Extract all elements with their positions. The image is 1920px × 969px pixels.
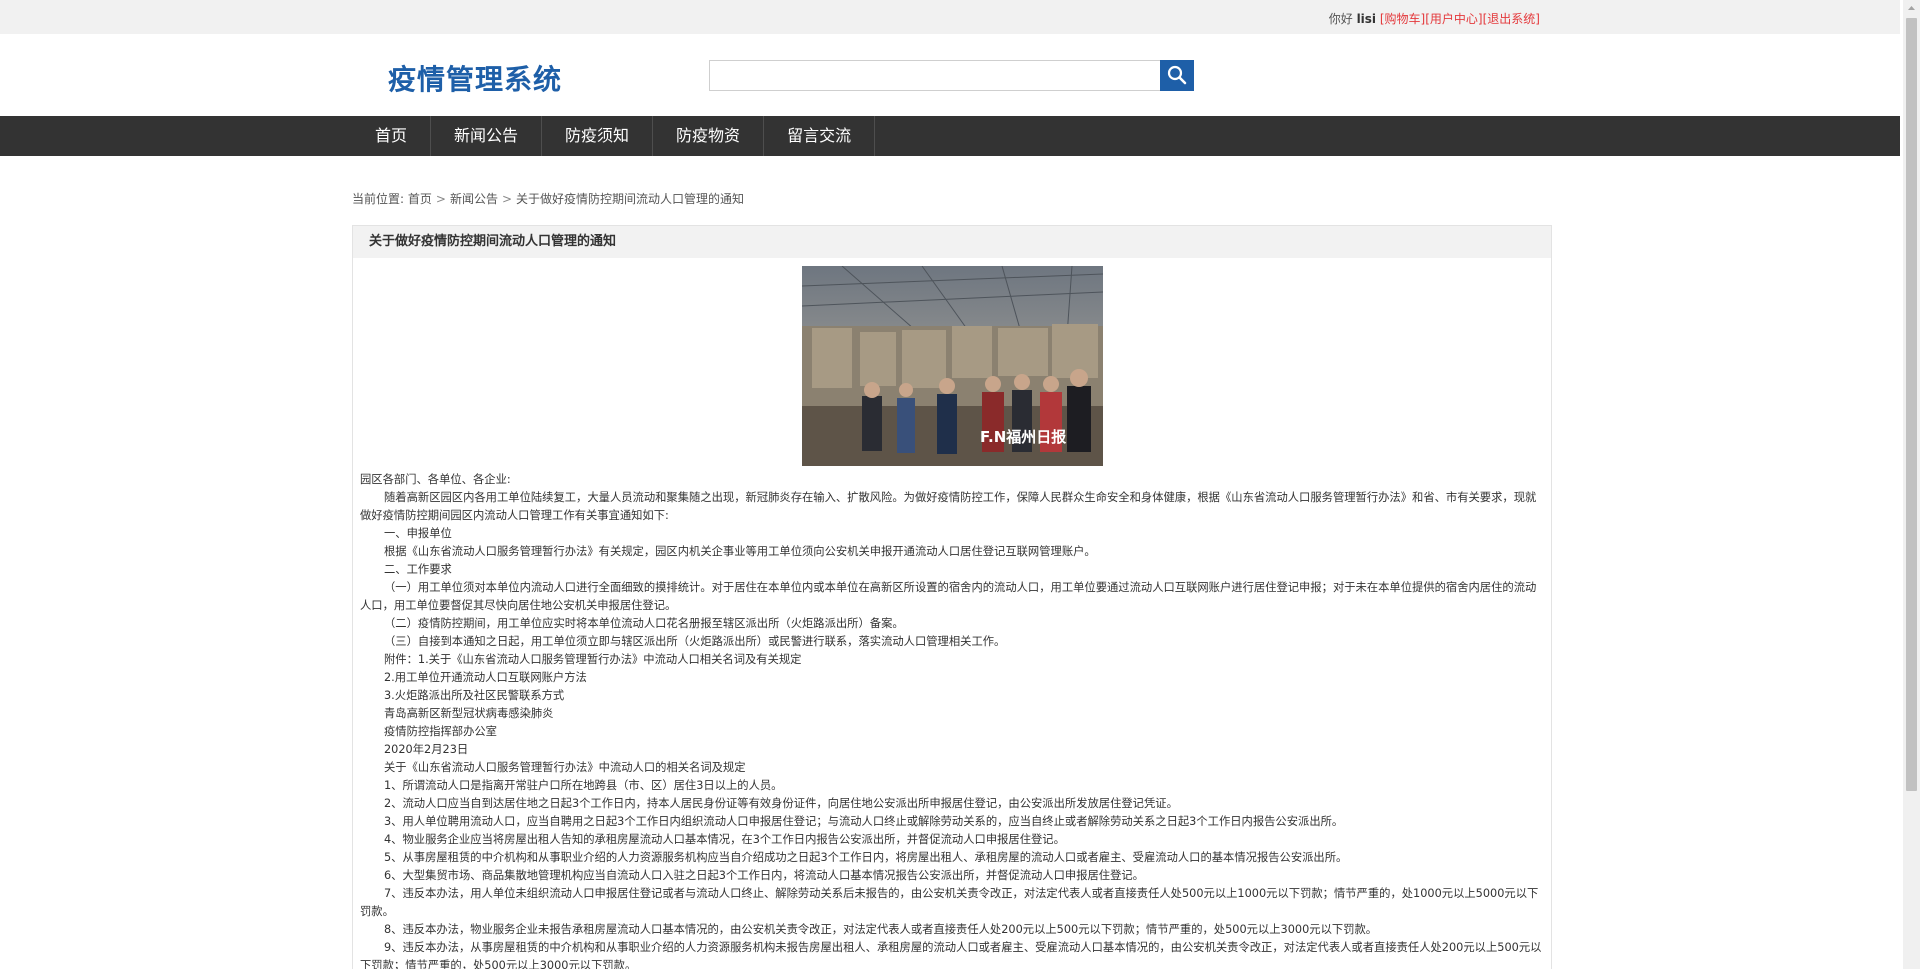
article-photo: F.N福州日报: [802, 266, 1103, 466]
breadcrumb: 当前位置: 首页 > 新闻公告 > 关于做好疫情防控期间流动人口管理的通知: [352, 190, 744, 207]
logout-link[interactable]: [退出系统]: [1483, 12, 1540, 26]
username: lisi: [1356, 12, 1377, 26]
page-scrollbar[interactable]: [1903, 0, 1920, 969]
article-paragraph: 5、从事房屋租赁的中介机构和从事职业介绍的人力资源服务机构应当自介绍成功之日起3…: [384, 851, 1348, 864]
article-paragraph: 疫情防控指挥部办公室: [384, 725, 497, 738]
article-paragraph: 2.用工单位开通流动人口互联网账户方法: [384, 671, 587, 684]
article-paragraph: （三）自接到本通知之日起，用工单位须立即与辖区派出所（火炬路派出所）或民警进行联…: [384, 635, 1006, 648]
article-paragraph: 2、流动人口应当自到达居住地之日起3个工作日内，持本人居民身份证等有效身份证件，…: [384, 797, 1178, 810]
search-input[interactable]: [709, 60, 1160, 91]
article-paragraph: 一、申报单位: [384, 527, 452, 540]
scrollbar-thumb[interactable]: [1906, 18, 1917, 791]
article-paragraph: 青岛高新区新型冠状病毒感染肺炎: [384, 707, 554, 720]
article-body: 园区各部门、各单位、各企业: 随着高新区园区内各用工单位陆续复工，大量人员流动和…: [360, 471, 1546, 969]
article-paragraph: 3、用人单位聘用流动人口，应当自聘用之日起3个工作日内组织流动人口申报居住登记；…: [384, 815, 1344, 828]
nav-item-home[interactable]: 首页: [353, 116, 432, 156]
top-bar: 你好 lisi [购物车][用户中心][退出系统]: [0, 0, 1900, 34]
photo-watermark: F.N福州日报: [980, 428, 1066, 446]
user-links: 你好 lisi [购物车][用户中心][退出系统]: [1329, 10, 1540, 27]
article-paragraph: 1、所谓流动人口是指离开常驻户口所在地跨县（市、区）居住3日以上的人员。: [384, 779, 783, 792]
article-paragraph: 园区各部门、各单位、各企业:: [360, 473, 511, 486]
site-logo[interactable]: 疫情管理系统: [388, 58, 562, 98]
article-title: 关于做好疫情防控期间流动人口管理的通知: [353, 226, 1551, 258]
search-button[interactable]: [1160, 60, 1194, 91]
breadcrumb-current: 关于做好疫情防控期间流动人口管理的通知: [516, 192, 745, 206]
article-paragraph: 根据《山东省流动人口服务管理暂行办法》有关规定，园区内机关企事业等用工单位须向公…: [384, 545, 1096, 558]
header: 疫情管理系统: [0, 34, 1900, 116]
greeting-text: 你好: [1328, 12, 1353, 26]
user-center-link[interactable]: [用户中心]: [1425, 12, 1482, 26]
breadcrumb-prefix: 当前位置:: [352, 192, 405, 206]
article-paragraph: 随着高新区园区内各用工单位陆续复工，大量人员流动和聚集随之出现，新冠肺炎存在输入…: [360, 491, 1537, 522]
nav-item-news[interactable]: 新闻公告: [431, 116, 543, 156]
article-paragraph: 关于《山东省流动人口服务管理暂行办法》中流动人口的相关名词及规定: [384, 761, 746, 774]
nav-item-prevention-notice[interactable]: 防疫须知: [542, 116, 654, 156]
article-panel: 关于做好疫情防控期间流动人口管理的通知 F.N福州日报 园区各部门、各单位、各企…: [352, 225, 1552, 969]
breadcrumb-separator: >: [435, 192, 446, 206]
article-paragraph: 二、工作要求: [384, 563, 452, 576]
article-paragraph: 7、违反本办法，用人单位未组织流动人口申报居住登记或者与流动人口终止、解除劳动关…: [360, 887, 1539, 918]
breadcrumb-home[interactable]: 首页: [408, 192, 432, 206]
article-paragraph: 8、违反本办法，物业服务企业未报告承租房屋流动人口基本情况的，由公安机关责令改正…: [384, 923, 1378, 936]
article-paragraph: （一）用工单位须对本单位内流动人口进行全面细致的摸排统计。对于居住在本单位内或本…: [360, 581, 1537, 612]
main-nav: 首页 新闻公告 防疫须知 防疫物资 留言交流: [0, 116, 1900, 156]
breadcrumb-news[interactable]: 新闻公告: [450, 192, 498, 206]
scroll-up-arrow-icon[interactable]: [1903, 0, 1920, 17]
article-paragraph: 4、物业服务企业应当将房屋出租人告知的承租房屋流动人口基本情况，在3个工作日内报…: [384, 833, 1065, 846]
article-paragraph: （二）疫情防控期间，用工单位应实时将本单位流动人口花名册报至辖区派出所（火炬路派…: [384, 617, 904, 630]
breadcrumb-separator: >: [501, 192, 513, 206]
search-icon: [1167, 65, 1187, 85]
article-paragraph: 9、违反本办法，从事房屋租赁的中介机构和从事职业介绍的人力资源服务机构未报告房屋…: [360, 941, 1542, 969]
search-bar: [709, 60, 1194, 91]
cart-link[interactable]: [购物车]: [1380, 12, 1425, 26]
article-paragraph: 3.火炬路派出所及社区民警联系方式: [384, 689, 565, 702]
article-paragraph: 6、大型集贸市场、商品集散地管理机构应当自流动人口入驻之日起3个工作日内，将流动…: [384, 869, 1144, 882]
article-paragraph: 2020年2月23日: [384, 743, 469, 756]
article-paragraph: 附件：1.关于《山东省流动人口服务管理暂行办法》中流动人口相关名词及有关规定: [384, 653, 802, 666]
nav-item-supplies[interactable]: 防疫物资: [653, 116, 765, 156]
nav-item-messages[interactable]: 留言交流: [764, 116, 876, 156]
